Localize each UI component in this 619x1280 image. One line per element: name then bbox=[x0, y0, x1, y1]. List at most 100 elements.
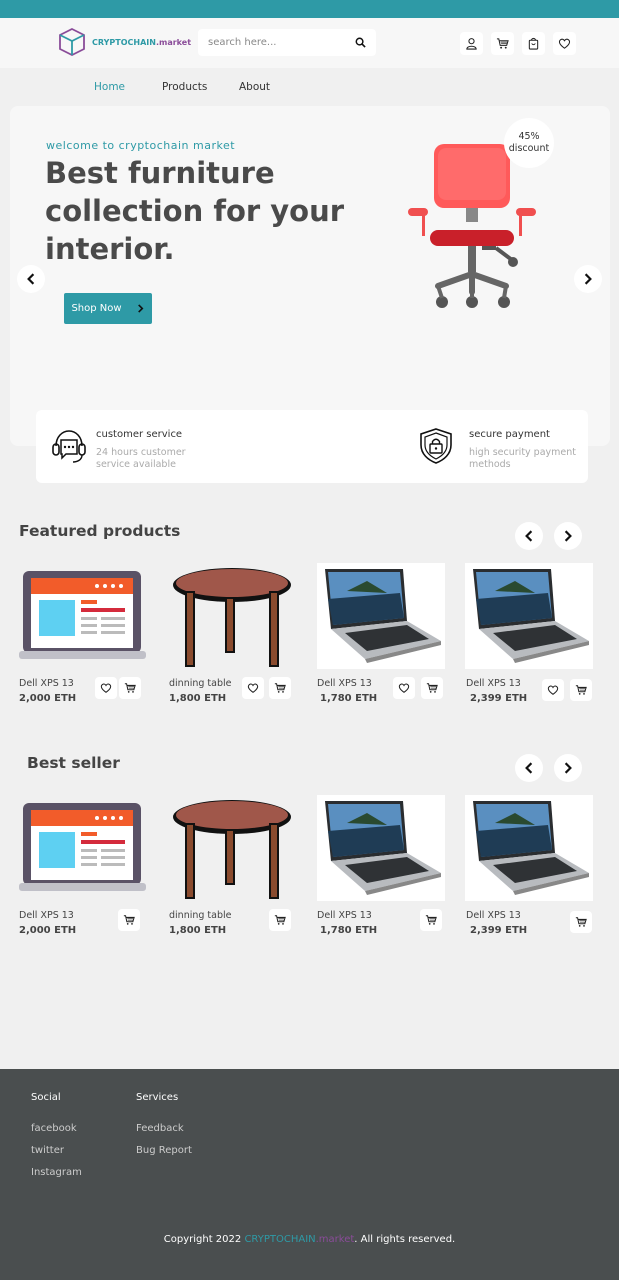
headset-icon bbox=[52, 430, 86, 463]
add-to-cart-button[interactable] bbox=[570, 911, 592, 933]
add-to-cart-button[interactable] bbox=[421, 677, 443, 699]
main-nav: Home Products About bbox=[0, 72, 619, 102]
nav-products[interactable]: Products bbox=[162, 81, 207, 93]
cart-button[interactable] bbox=[491, 32, 514, 55]
services-card: customer service 24 hours customer servi… bbox=[36, 410, 588, 483]
account-button[interactable] bbox=[460, 32, 483, 55]
cart-icon bbox=[575, 917, 587, 927]
product-price: 2,000 ETH bbox=[19, 693, 77, 704]
bag-button[interactable] bbox=[522, 32, 545, 55]
product-card[interactable]: Dell XPS 13 2,000 ETH bbox=[19, 563, 147, 713]
add-to-cart-button[interactable] bbox=[269, 677, 291, 699]
footer-link-facebook[interactable]: facebook bbox=[31, 1123, 77, 1134]
copyright-prefix: Copyright 2022 bbox=[163, 1234, 245, 1245]
logo[interactable]: CRYPTOCHAIN.market bbox=[57, 27, 191, 57]
wishlist-button[interactable] bbox=[242, 677, 264, 699]
cart-icon bbox=[575, 685, 587, 695]
wishlist-button[interactable] bbox=[553, 32, 576, 55]
featured-prev-button[interactable] bbox=[515, 522, 543, 550]
bestseller-prev-button[interactable] bbox=[515, 754, 543, 782]
product-name: Dell XPS 13 bbox=[19, 910, 74, 921]
hero-banner: welcome to cryptochain market Best furni… bbox=[10, 106, 610, 446]
add-to-cart-button[interactable] bbox=[570, 679, 592, 701]
product-card[interactable]: dinning table 1,800 ETH bbox=[169, 795, 297, 945]
table-illustration bbox=[173, 800, 291, 899]
logo-text-part1: CRYPTOCHAIN bbox=[92, 37, 156, 47]
product-card[interactable]: Dell XPS 13 1,780 ETH bbox=[317, 795, 445, 945]
chevron-right-icon bbox=[137, 304, 143, 313]
office-chair-illustration bbox=[408, 144, 536, 308]
discount-value: 45% bbox=[518, 131, 540, 142]
laptop-illustration bbox=[19, 803, 146, 891]
nav-home[interactable]: Home bbox=[94, 81, 125, 93]
cube-logo-icon bbox=[59, 27, 85, 57]
service-desc: high security payment methods bbox=[469, 447, 577, 470]
wishlist-button[interactable] bbox=[393, 677, 415, 699]
best-seller-title: Best seller bbox=[27, 754, 120, 772]
copyright-brand-part1: CRYPTOCHAIN bbox=[244, 1234, 316, 1245]
laptop-photo bbox=[465, 795, 593, 901]
featured-next-button[interactable] bbox=[554, 522, 582, 550]
chevron-right-icon bbox=[564, 762, 572, 774]
cart-icon bbox=[124, 683, 136, 693]
service-title: customer service bbox=[96, 429, 183, 440]
add-to-cart-button[interactable] bbox=[420, 909, 442, 931]
hero-next-button[interactable] bbox=[574, 265, 602, 293]
cart-icon bbox=[274, 915, 286, 925]
footer-services-heading: Services bbox=[136, 1092, 179, 1103]
featured-products-title: Featured products bbox=[19, 522, 181, 540]
product-name: Dell XPS 13 bbox=[317, 678, 372, 689]
service-customer: customer service 24 hours customer servi… bbox=[36, 410, 296, 483]
product-price: 2,399 ETH bbox=[470, 925, 528, 936]
bag-icon bbox=[528, 37, 539, 50]
service-secure: secure payment high security payment met… bbox=[416, 410, 586, 483]
hero-prev-button[interactable] bbox=[17, 265, 45, 293]
shop-now-button[interactable]: Shop Now bbox=[64, 293, 152, 324]
heart-icon bbox=[100, 683, 112, 693]
add-to-cart-button[interactable] bbox=[119, 677, 141, 699]
cart-icon bbox=[425, 915, 437, 925]
footer-link-feedback[interactable]: Feedback bbox=[136, 1123, 184, 1134]
add-to-cart-button[interactable] bbox=[269, 909, 291, 931]
chevron-left-icon bbox=[525, 762, 533, 774]
product-card[interactable]: Dell XPS 13 2,000 ETH bbox=[19, 795, 147, 945]
heart-icon bbox=[247, 683, 259, 693]
add-to-cart-button[interactable] bbox=[118, 909, 140, 931]
footer-social-heading: Social bbox=[31, 1092, 61, 1103]
chevron-left-icon bbox=[27, 273, 35, 285]
laptop-illustration bbox=[19, 571, 146, 659]
product-name: Dell XPS 13 bbox=[466, 678, 521, 689]
product-card[interactable]: Dell XPS 13 2,399 ETH bbox=[465, 795, 593, 945]
logo-text-part2: .market bbox=[155, 37, 192, 47]
hero-welcome-text: welcome to cryptochain market bbox=[46, 139, 236, 152]
nav-about[interactable]: About bbox=[239, 81, 270, 93]
product-price: 1,780 ETH bbox=[320, 693, 378, 704]
footer-link-twitter[interactable]: twitter bbox=[31, 1145, 64, 1156]
chevron-right-icon bbox=[584, 273, 592, 285]
chevron-right-icon bbox=[564, 530, 572, 542]
search-input[interactable] bbox=[208, 37, 338, 48]
laptop-photo bbox=[317, 795, 445, 901]
search-icon[interactable] bbox=[355, 37, 366, 48]
laptop-photo bbox=[317, 563, 445, 669]
product-name: Dell XPS 13 bbox=[466, 910, 521, 921]
product-card[interactable]: dinning table 1,800 ETH bbox=[169, 563, 297, 713]
product-card[interactable]: Dell XPS 13 1,780 ETH bbox=[317, 563, 445, 713]
footer-link-bug-report[interactable]: Bug Report bbox=[136, 1145, 192, 1156]
shield-lock-icon bbox=[420, 428, 452, 464]
heart-icon bbox=[558, 38, 571, 49]
cart-icon bbox=[274, 683, 286, 693]
service-desc: 24 hours customer service available bbox=[96, 447, 186, 470]
header: CRYPTOCHAIN.market bbox=[0, 18, 619, 68]
product-name: dinning table bbox=[169, 910, 232, 921]
product-card[interactable]: Dell XPS 13 2,399 ETH bbox=[465, 563, 593, 713]
product-name: dinning table bbox=[169, 678, 232, 689]
wishlist-button[interactable] bbox=[542, 679, 564, 701]
discount-label: discount bbox=[508, 143, 550, 154]
heart-icon bbox=[547, 685, 559, 695]
top-accent-bar bbox=[0, 0, 619, 18]
bestseller-next-button[interactable] bbox=[554, 754, 582, 782]
wishlist-button[interactable] bbox=[95, 677, 117, 699]
laptop-photo bbox=[465, 563, 593, 669]
footer-link-instagram[interactable]: Instagram bbox=[31, 1167, 82, 1178]
